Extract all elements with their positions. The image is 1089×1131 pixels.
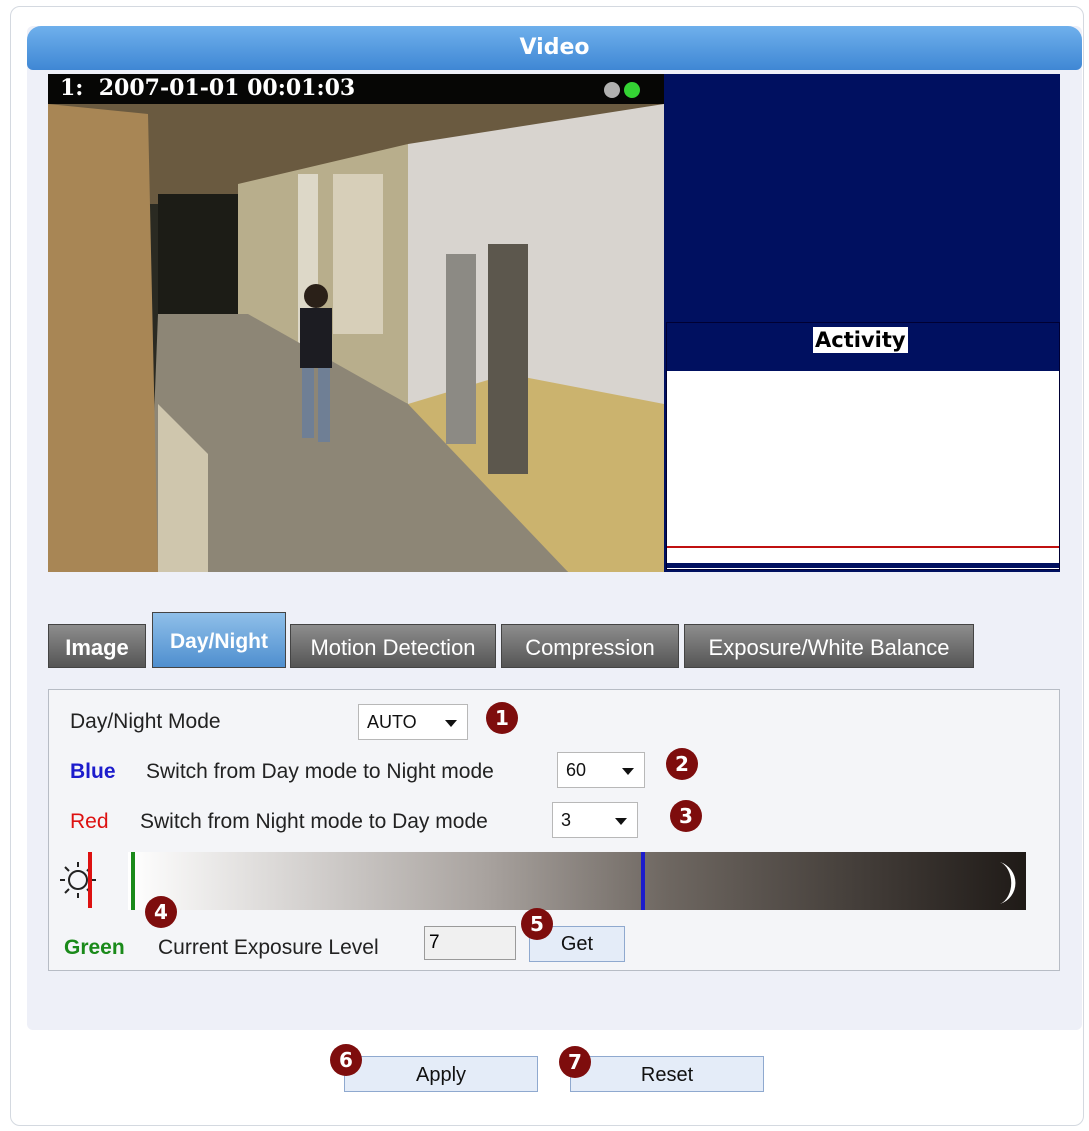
sun-icon — [60, 852, 96, 908]
status-dot-gray-icon — [604, 82, 620, 98]
exposure-level-label: Current Exposure Level — [158, 936, 379, 959]
exposure-scale — [128, 852, 1026, 910]
tab-image[interactable]: Image — [48, 624, 146, 668]
night-to-day-select[interactable]: 3 — [552, 802, 638, 838]
activity-footer — [667, 563, 1059, 568]
day-to-night-label: Switch from Day mode to Night mode — [146, 760, 494, 783]
callout-badge-4: 4 — [145, 896, 177, 928]
green-color-label: Green — [64, 936, 125, 959]
page-title: Video — [27, 26, 1082, 70]
status-dot-green-icon — [624, 82, 640, 98]
day-night-mode-select[interactable]: AUTO — [358, 704, 468, 740]
callout-badge-6: 6 — [330, 1044, 362, 1076]
chevron-down-icon — [445, 720, 457, 727]
reset-button[interactable]: Reset — [570, 1056, 764, 1092]
callout-badge-5: 5 — [521, 908, 553, 940]
night-to-day-label: Switch from Night mode to Day mode — [140, 810, 488, 833]
chevron-down-icon — [622, 768, 634, 775]
apply-button[interactable]: Apply — [344, 1056, 538, 1092]
tab-motion-detection[interactable]: Motion Detection — [290, 624, 496, 668]
day-to-night-select[interactable]: 60 — [557, 752, 645, 788]
activity-panel: Activity — [666, 322, 1060, 570]
camera-view: 1: 2007-01-01 00:01:03 — [48, 74, 664, 572]
activity-threshold-line — [667, 546, 1059, 548]
blue-color-label: Blue — [70, 760, 116, 783]
chevron-down-icon — [615, 818, 627, 825]
tab-compression[interactable]: Compression — [501, 624, 679, 668]
callout-badge-2: 2 — [666, 748, 698, 780]
day-night-mode-value: AUTO — [367, 712, 417, 732]
blue-threshold-marker[interactable] — [641, 852, 645, 910]
camera-timestamp: 1: 2007-01-01 00:01:03 — [48, 74, 664, 104]
exposure-level-field[interactable]: 7 — [424, 926, 516, 960]
day-to-night-value: 60 — [566, 760, 587, 780]
callout-badge-7: 7 — [559, 1046, 591, 1078]
red-color-label: Red — [70, 810, 109, 833]
moon-icon — [1000, 862, 1016, 904]
night-to-day-value: 3 — [561, 810, 572, 830]
activity-title: Activity — [813, 327, 908, 353]
tab-exposure-white-balance[interactable]: Exposure/White Balance — [684, 624, 974, 668]
callout-badge-1: 1 — [486, 702, 518, 734]
camera-image — [48, 104, 664, 572]
tab-day-night[interactable]: Day/Night — [152, 612, 286, 668]
green-exposure-marker — [131, 852, 135, 910]
day-night-mode-label: Day/Night Mode — [70, 710, 221, 733]
activity-header: Activity — [667, 323, 1059, 371]
callout-badge-3: 3 — [670, 800, 702, 832]
